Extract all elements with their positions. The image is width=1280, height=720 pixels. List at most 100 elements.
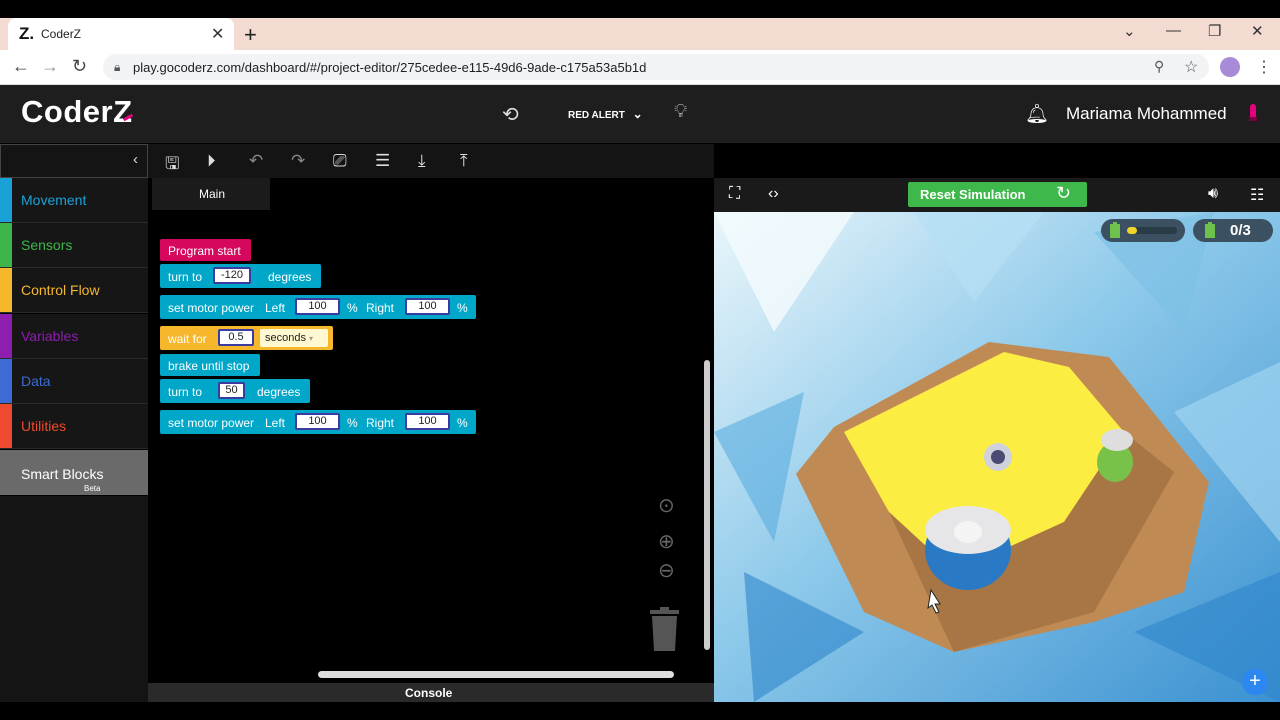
upload-icon[interactable]: ⤒ xyxy=(460,151,468,171)
redo-icon[interactable]: ↷ xyxy=(291,151,305,171)
run-icon[interactable]: ⏵ xyxy=(207,151,216,171)
simulation-scene[interactable] xyxy=(714,212,1280,702)
time-unit-dropdown[interactable]: seconds ▾ xyxy=(260,329,328,347)
block-label: Left xyxy=(265,301,286,315)
block-label: set motor power xyxy=(168,416,255,430)
category-utilities[interactable]: Utilities xyxy=(0,404,148,449)
right-power-input[interactable]: 100 xyxy=(405,413,450,430)
battery-indicator xyxy=(1101,219,1185,242)
left-power-input[interactable]: 100 xyxy=(295,298,340,315)
block-unit: % xyxy=(457,301,468,315)
block-label: brake until stop xyxy=(168,359,250,373)
restore-button[interactable]: ❐ xyxy=(1208,22,1221,40)
sidebar-collapse-area xyxy=(0,144,148,178)
category-data[interactable]: Data xyxy=(0,359,148,404)
fullscreen-icon[interactable]: ⛶ xyxy=(729,185,740,203)
add-list-icon[interactable]: ☰ xyxy=(375,151,390,171)
category-label: Sensors xyxy=(21,237,73,253)
zoom-in-icon[interactable]: ⊕ xyxy=(658,529,675,554)
category-color-bar xyxy=(0,404,12,448)
block-label: Right xyxy=(366,416,395,430)
collected-counter: 0/3 xyxy=(1193,219,1273,242)
brake-block[interactable]: brake until stop xyxy=(160,354,260,376)
cast-icon[interactable]: ⎚ xyxy=(333,151,347,171)
undo-icon[interactable]: ↶ xyxy=(249,151,263,171)
category-label: Movement xyxy=(21,192,87,208)
minimize-button[interactable]: — xyxy=(1166,22,1181,39)
block-label: Left xyxy=(265,416,286,430)
collected-count: 0/3 xyxy=(1230,222,1251,239)
forward-icon[interactable]: → xyxy=(41,56,59,77)
category-color-bar xyxy=(0,268,12,312)
tab-main[interactable]: Main xyxy=(152,178,270,210)
chevron-down-icon: ⌄ xyxy=(632,107,643,121)
turn-to-block[interactable]: turn to 50 degrees xyxy=(160,379,310,403)
angle-input[interactable]: 50 xyxy=(218,382,245,399)
left-power-input[interactable]: 100 xyxy=(295,413,340,430)
turn-to-block[interactable]: turn to -120 degrees xyxy=(160,264,321,288)
logo-text: CoderZ xyxy=(21,94,133,129)
hint-bulb-icon[interactable]: 💡︎ xyxy=(674,101,687,123)
new-tab-button[interactable]: + xyxy=(244,22,257,48)
angle-input[interactable]: -120 xyxy=(213,267,251,284)
download-icon[interactable]: ⤓ xyxy=(418,151,426,171)
set-motor-power-block[interactable]: set motor power Left 100 % Right 100 % xyxy=(160,410,476,434)
tab-close-icon[interactable]: ✕ xyxy=(211,24,224,44)
category-label: Smart Blocks xyxy=(21,466,104,482)
recenter-icon[interactable]: ⊙ xyxy=(658,493,675,518)
category-color-bar xyxy=(0,223,12,267)
add-button[interactable]: + xyxy=(1242,669,1268,695)
collapse-sidebar-icon[interactable]: ‹ xyxy=(133,151,138,168)
block-label: turn to xyxy=(168,270,203,284)
workspace-vertical-scrollbar[interactable] xyxy=(704,360,710,650)
volume-icon[interactable]: 🔊︎ xyxy=(1208,185,1218,203)
category-movement[interactable]: Movement xyxy=(0,178,148,223)
coderz-logo[interactable]: CoderZ xyxy=(21,94,134,130)
browser-tab[interactable]: Z. CoderZ ✕ xyxy=(8,18,234,50)
trash-icon[interactable] xyxy=(648,607,681,652)
category-control-flow[interactable]: Control Flow xyxy=(0,268,148,313)
user-name[interactable]: Mariama Mohammed xyxy=(1066,104,1227,124)
notification-bell-icon[interactable]: 🔔︎ xyxy=(1025,102,1049,126)
settings-sliders-icon[interactable]: ☷ xyxy=(1250,185,1264,205)
wait-for-block[interactable]: wait for 0.5 seconds ▾ xyxy=(160,326,333,350)
category-smart-blocks[interactable]: Smart Blocks Beta xyxy=(0,450,148,495)
category-label: Variables xyxy=(21,328,79,344)
zoom-out-icon[interactable]: ⊖ xyxy=(658,558,675,583)
close-window-button[interactable]: ✕ xyxy=(1251,22,1264,40)
dropdown-value: seconds xyxy=(265,332,306,344)
category-label: Control Flow xyxy=(21,282,100,298)
url-text[interactable]: play.gocoderz.com/dashboard/#/project-ed… xyxy=(133,60,646,75)
browser-menu-icon[interactable]: ⋮ xyxy=(1256,57,1272,77)
reload-icon[interactable]: ↻ xyxy=(72,56,87,77)
category-label: Data xyxy=(21,373,51,389)
console-bar[interactable]: Console xyxy=(148,683,714,702)
zoom-icon[interactable]: ⚲ xyxy=(1154,58,1164,75)
code-view-icon[interactable]: ‹› xyxy=(768,185,779,203)
back-icon[interactable]: ← xyxy=(12,56,30,77)
right-power-input[interactable]: 100 xyxy=(405,298,450,315)
tab-search-icon[interactable]: ⌄ xyxy=(1123,22,1136,40)
sidebar-empty xyxy=(0,496,148,702)
block-unit: % xyxy=(347,416,358,430)
category-color-bar xyxy=(0,359,12,403)
category-variables[interactable]: Variables xyxy=(0,314,148,359)
reset-simulation-button[interactable]: Reset Simulation ↻ xyxy=(908,182,1087,207)
mission-selector[interactable]: RED ALERT ⌄ xyxy=(568,107,643,121)
save-icon[interactable]: 🖫 xyxy=(165,151,179,180)
user-avatar-icon[interactable] xyxy=(1244,103,1262,125)
tab-title: CoderZ xyxy=(41,27,82,41)
block-label: Right xyxy=(366,301,395,315)
profile-avatar-icon[interactable] xyxy=(1220,57,1240,77)
bookmark-star-icon[interactable]: ☆ xyxy=(1184,57,1198,77)
duration-input[interactable]: 0.5 xyxy=(218,329,254,346)
coderz-favicon-icon: Z. xyxy=(19,24,35,43)
set-motor-power-block[interactable]: set motor power Left 100 % Right 100 % xyxy=(160,295,476,319)
block-label: turn to xyxy=(168,385,203,399)
tab-label: Main xyxy=(199,187,226,201)
history-icon[interactable]: ⟲ xyxy=(502,102,519,127)
program-start-block[interactable]: Program start xyxy=(160,239,251,261)
workspace-horizontal-scrollbar[interactable] xyxy=(318,671,674,678)
block-label: wait for xyxy=(168,332,207,346)
category-sensors[interactable]: Sensors xyxy=(0,223,148,268)
